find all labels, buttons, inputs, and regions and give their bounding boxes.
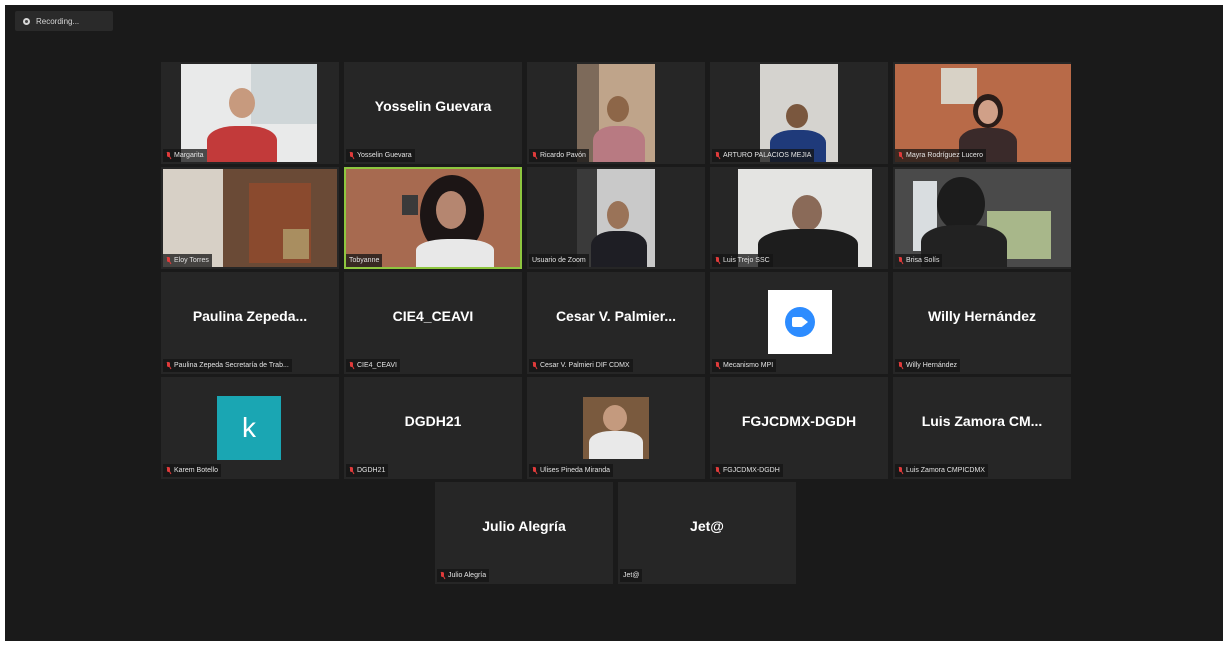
- participant-tile-ricardo[interactable]: Ricardo Pavón: [527, 62, 705, 164]
- participant-tile-cie4-ceavi[interactable]: CIE4_CEAVI CIE4_CEAVI: [344, 272, 522, 374]
- participant-name-label: Usuario de Zoom: [529, 254, 589, 267]
- zoom-logo-avatar: [768, 290, 832, 354]
- zoom-camera-icon: [785, 307, 815, 337]
- gallery-grid: Margarita Yosselin Guevara Yosselin Guev…: [5, 5, 1223, 641]
- muted-mic-icon: [898, 361, 903, 370]
- participant-tile-margarita[interactable]: Margarita: [161, 62, 339, 164]
- meeting-window: Recording... Margarita Yosselin Guevara …: [5, 5, 1223, 641]
- participant-display-name: Jet@: [690, 518, 724, 534]
- participant-tile-arturo[interactable]: ARTURO PALACIOS MEJIA: [710, 62, 888, 164]
- participant-video: [895, 169, 1071, 267]
- participant-name-label: Ulises Pineda Miranda: [529, 464, 614, 477]
- muted-mic-icon: [166, 466, 171, 475]
- muted-mic-icon: [532, 151, 537, 160]
- participant-video: [181, 64, 317, 162]
- participant-tile-eloy[interactable]: Eloy Torres: [161, 167, 339, 269]
- participant-name-label: Margarita: [163, 149, 207, 162]
- participant-name-label: Mecanismo MPI: [712, 359, 777, 372]
- avatar-letter-k: k: [217, 396, 281, 460]
- participant-video: [346, 169, 520, 267]
- muted-mic-icon: [715, 466, 720, 475]
- participant-name-label: Karem Botello: [163, 464, 221, 477]
- participant-tile-dgdh21[interactable]: DGDH21 DGDH21: [344, 377, 522, 479]
- participant-name-label: Mayra Rodríguez Lucero: [895, 149, 987, 162]
- participant-display-name: DGDH21: [404, 413, 462, 429]
- participant-video: [895, 64, 1071, 162]
- participant-name-label: Luis Trejo SSC: [712, 254, 773, 267]
- participant-name-label: Willy Hernández: [895, 359, 960, 372]
- muted-mic-icon: [166, 256, 171, 265]
- participant-tile-mecanismo[interactable]: Mecanismo MPI: [710, 272, 888, 374]
- participant-display-name: FGJCDMX-DGDH: [741, 413, 857, 429]
- participant-display-name: CIE4_CEAVI: [392, 308, 474, 324]
- participant-tile-willy[interactable]: Willy Hernández Willy Hernández: [893, 272, 1071, 374]
- participant-tile-mayra[interactable]: Mayra Rodríguez Lucero: [893, 62, 1071, 164]
- participant-name-label: Brisa Solís: [895, 254, 943, 267]
- muted-mic-icon: [349, 466, 354, 475]
- participant-name-label: Yosselin Guevara: [346, 149, 415, 162]
- muted-mic-icon: [715, 256, 720, 265]
- participant-name-label: Cesar V. Palmieri DIF CDMX: [529, 359, 633, 372]
- participant-tile-ulises[interactable]: Ulises Pineda Miranda: [527, 377, 705, 479]
- participant-tile-luis-zamora[interactable]: Luis Zamora CM... Luis Zamora CMPICDMX: [893, 377, 1071, 479]
- participant-name-label: CIE4_CEAVI: [346, 359, 400, 372]
- participant-display-name: Cesar V. Palmier...: [555, 308, 677, 324]
- participant-video: [760, 64, 838, 162]
- participant-display-name: Willy Hernández: [927, 308, 1036, 324]
- participant-tile-paulina[interactable]: Paulina Zepeda... Paulina Zepeda Secreta…: [161, 272, 339, 374]
- muted-mic-icon: [349, 151, 354, 160]
- participant-name-label: FGJCDMX-DGDH: [712, 464, 783, 477]
- participant-display-name: Julio Alegría: [482, 518, 566, 534]
- participant-display-name: Yosselin Guevara: [374, 98, 492, 114]
- participant-tile-karem[interactable]: k Karem Botello: [161, 377, 339, 479]
- participant-name-label: Tobyanne: [346, 254, 383, 267]
- muted-mic-icon: [166, 151, 171, 160]
- muted-mic-icon: [349, 361, 354, 370]
- participant-tile-tobyanne-active-speaker[interactable]: Tobyanne: [344, 167, 522, 269]
- muted-mic-icon: [715, 361, 720, 370]
- participant-name-label: Julio Alegría: [437, 569, 490, 582]
- muted-mic-icon: [898, 466, 903, 475]
- participant-name-label: Eloy Torres: [163, 254, 212, 267]
- participant-tile-yosselin[interactable]: Yosselin Guevara Yosselin Guevara: [344, 62, 522, 164]
- muted-mic-icon: [532, 466, 537, 475]
- muted-mic-icon: [440, 571, 445, 580]
- participant-tile-luis-trejo[interactable]: Luis Trejo SSC: [710, 167, 888, 269]
- participant-tile-julio[interactable]: Julio Alegría Julio Alegría: [435, 482, 613, 584]
- participant-video: [577, 64, 655, 162]
- participant-display-name: Paulina Zepeda...: [192, 308, 308, 324]
- participant-name-label: Paulina Zepeda Secretaría de Trab...: [163, 359, 292, 372]
- participant-video: [583, 397, 649, 459]
- participant-name-label: Ricardo Pavón: [529, 149, 589, 162]
- participant-tile-cesar[interactable]: Cesar V. Palmier... Cesar V. Palmieri DI…: [527, 272, 705, 374]
- participant-video: [163, 169, 337, 267]
- muted-mic-icon: [715, 151, 720, 160]
- participant-name-label: DGDH21: [346, 464, 389, 477]
- participant-video: [577, 169, 655, 267]
- muted-mic-icon: [166, 361, 171, 370]
- muted-mic-icon: [898, 256, 903, 265]
- participant-tile-brisa[interactable]: Brisa Solís: [893, 167, 1071, 269]
- participant-tile-fgjcdmx[interactable]: FGJCDMX-DGDH FGJCDMX-DGDH: [710, 377, 888, 479]
- participant-tile-usuario-zoom[interactable]: Usuario de Zoom: [527, 167, 705, 269]
- participant-tile-jet[interactable]: Jet@ Jet@: [618, 482, 796, 584]
- participant-video: [738, 169, 872, 267]
- muted-mic-icon: [532, 361, 537, 370]
- participant-name-label: ARTURO PALACIOS MEJIA: [712, 149, 815, 162]
- participant-display-name: Luis Zamora CM...: [921, 413, 1043, 429]
- participant-name-label: Jet@: [620, 569, 643, 582]
- muted-mic-icon: [898, 151, 903, 160]
- participant-name-label: Luis Zamora CMPICDMX: [895, 464, 988, 477]
